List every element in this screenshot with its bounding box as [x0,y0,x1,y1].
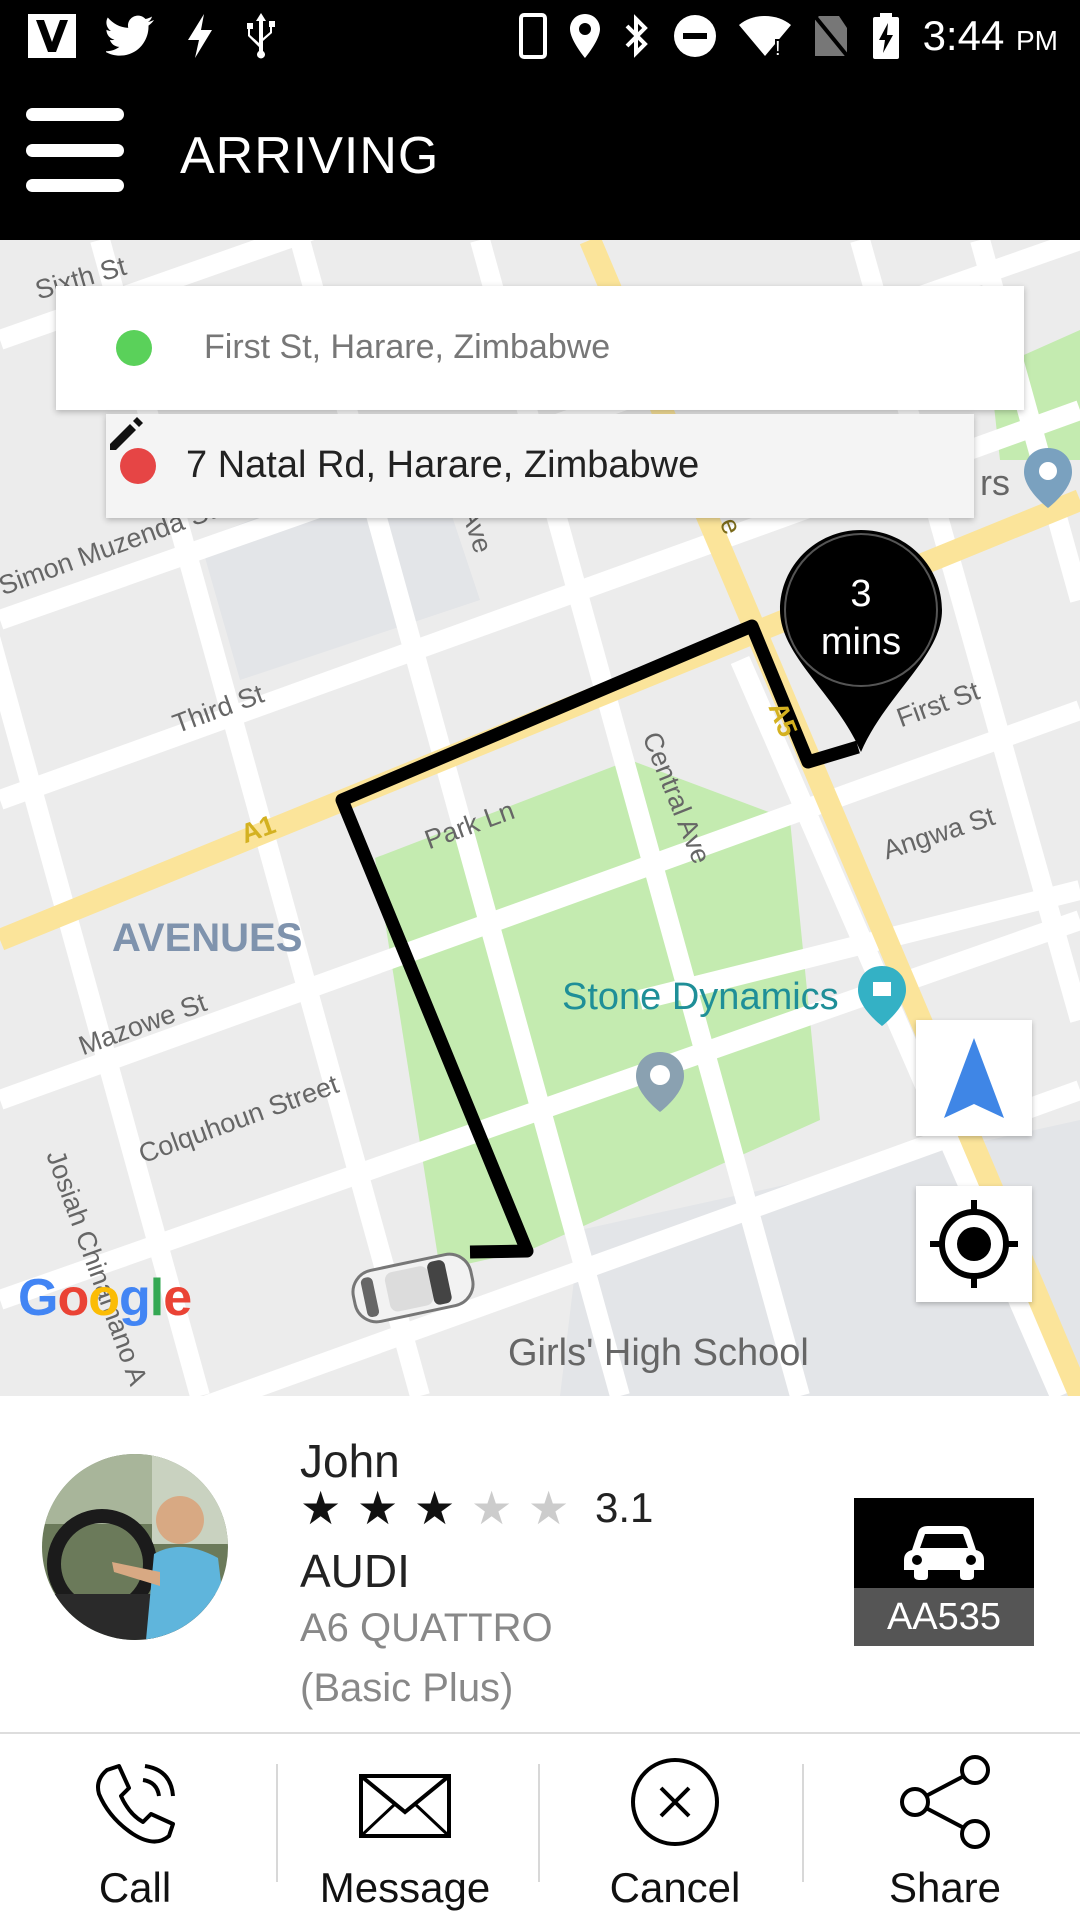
navigate-button[interactable] [916,1020,1032,1136]
eta-marker: 3 mins [776,526,946,756]
car-make: AUDI [300,1545,410,1597]
call-label: Call [98,1864,172,1911]
usb-icon [247,13,275,59]
phone-call-icon [96,1764,175,1844]
action-bar: Call Message Cancel Share [0,1734,1080,1920]
pickup-address-card[interactable]: First St, Harare, Zimbabwe [56,286,1024,410]
do-not-disturb-icon [673,15,716,57]
svg-text:!: ! [775,38,781,57]
v-app-icon [28,14,76,58]
share-icon [900,1755,990,1849]
cancel-circle-icon [631,1758,719,1846]
car-class: (Basic Plus) [300,1666,514,1710]
vehicle-plate-badge: AA535 [854,1498,1034,1646]
message-button[interactable]: Message [270,1734,540,1920]
bluetooth-icon [625,14,648,58]
pickup-address: First St, Harare, Zimbabwe [204,328,611,366]
hamburger-menu-icon[interactable] [26,108,124,192]
twitter-icon [106,15,154,56]
map-view[interactable]: Sixth St Simon Muzenda St ious Ave hel A… [0,240,1080,1396]
map-label-avenues: AVENUES [112,916,303,960]
driver-info-panel: John ★ ★ ★ ★ ★ 3.1 AUDI A6 QUATTRO (Basi… [0,1396,1080,1734]
star-filled-icon: ★ [357,1482,399,1534]
envelope-icon [359,1774,451,1838]
crosshair-icon [930,1200,1018,1288]
cancel-button[interactable]: Cancel [540,1734,810,1920]
status-bar: ! 3:44 PM [0,0,1080,72]
share-button[interactable]: Share [810,1734,1080,1920]
dropoff-address-card[interactable]: 7 Natal Rd, Harare, Zimbabwe [106,414,974,518]
driver-avatar[interactable] [42,1454,228,1640]
car-model: A6 QUATTRO [300,1606,553,1650]
no-sim-icon [812,14,849,58]
battery-charging-icon [872,13,899,59]
star-filled-icon: ★ [414,1482,456,1534]
eta-unit: mins [820,621,902,663]
cancel-label: Cancel [609,1864,741,1911]
clock: 3:44 PM [922,12,1058,59]
rating-value: 3.1 [595,1484,654,1531]
map-label-rs: rs [980,462,1010,503]
app-bar: ARRIVING [0,72,1080,240]
my-location-button[interactable] [916,1186,1032,1302]
share-label: Share [888,1864,1002,1911]
car-icon [904,1526,984,1580]
pickup-dot-icon [116,330,152,366]
page-title: ARRIVING [180,127,440,185]
location-icon [569,14,600,58]
eta-value: 3 [850,573,872,615]
edit-pencil-icon[interactable] [106,414,146,454]
bolt-icon [188,14,212,58]
call-button[interactable]: Call [0,1734,270,1920]
star-filled-icon: ★ [300,1482,342,1534]
dropoff-address: 7 Natal Rd, Harare, Zimbabwe [186,444,700,486]
navigation-arrow-icon [944,1038,1004,1118]
map-label-stone-dynamics: Stone Dynamics [562,976,839,1018]
message-label: Message [319,1864,491,1911]
driver-rating: ★ ★ ★ ★ ★ 3.1 [300,1480,653,1536]
map-label-girls-high: Girls' High School [508,1332,809,1374]
star-empty-icon: ★ [471,1482,513,1534]
phone-icon [518,13,547,59]
google-logo: Google [18,1269,192,1327]
plate-number: AA535 [854,1588,1034,1646]
wifi-icon: ! [738,16,791,57]
star-empty-icon: ★ [528,1482,570,1534]
